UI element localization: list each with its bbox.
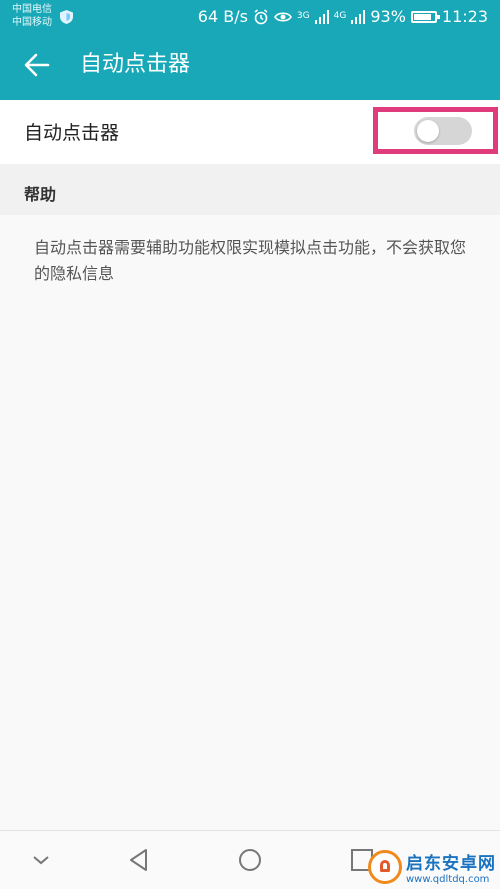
carrier-1: 中国电信: [12, 4, 52, 15]
highlight-box: [373, 107, 498, 154]
signal-icon: [314, 9, 329, 24]
status-bar: 中国电信 中国移动 64 B/s 3G 4G 93% 11:23: [0, 0, 500, 34]
collapse-nav-icon[interactable]: [28, 847, 54, 873]
watermark: 启东安卓网 www.qdltdq.com: [368, 849, 496, 885]
help-text: 自动点击器需要辅助功能权限实现模拟点击功能，不会获取您的隐私信息: [34, 238, 467, 283]
home-nav-icon[interactable]: [237, 847, 263, 873]
header: 中国电信 中国移动 64 B/s 3G 4G 93% 11:23 自动点击器: [0, 0, 500, 100]
signal-icon-2: [351, 9, 366, 24]
network-type-1: 3G: [296, 11, 310, 21]
network-type-2: 4G: [333, 11, 347, 21]
toggle-label: 自动点击器: [24, 122, 120, 144]
watermark-logo-icon: [368, 850, 402, 884]
help-title: 帮助: [24, 185, 57, 204]
back-nav-icon[interactable]: [126, 847, 152, 873]
help-section-header: 帮助: [0, 165, 500, 215]
clock: 11:23: [441, 7, 488, 26]
watermark-url: www.qdltdq.com: [406, 874, 490, 885]
carrier-2: 中国移动: [12, 17, 52, 28]
page-title: 自动点击器: [80, 52, 191, 77]
battery-icon: [410, 10, 440, 23]
net-speed: 64 B/s: [197, 7, 248, 26]
battery-percent: 93%: [370, 7, 406, 26]
eye-comfort-icon: [273, 11, 292, 22]
carrier-info: 中国电信 中国移动: [12, 3, 52, 29]
shield-icon: [60, 10, 73, 24]
alarm-icon: [254, 8, 268, 24]
status-indicators: 64 B/s 3G 4G 93% 11:23: [198, 7, 488, 26]
watermark-name: 启东安卓网: [406, 854, 496, 874]
watermark-text: 启东安卓网 www.qdltdq.com: [406, 849, 496, 885]
back-arrow-icon[interactable]: [22, 50, 52, 80]
app-bar: 自动点击器: [0, 34, 500, 100]
battery-fill: [413, 13, 431, 20]
